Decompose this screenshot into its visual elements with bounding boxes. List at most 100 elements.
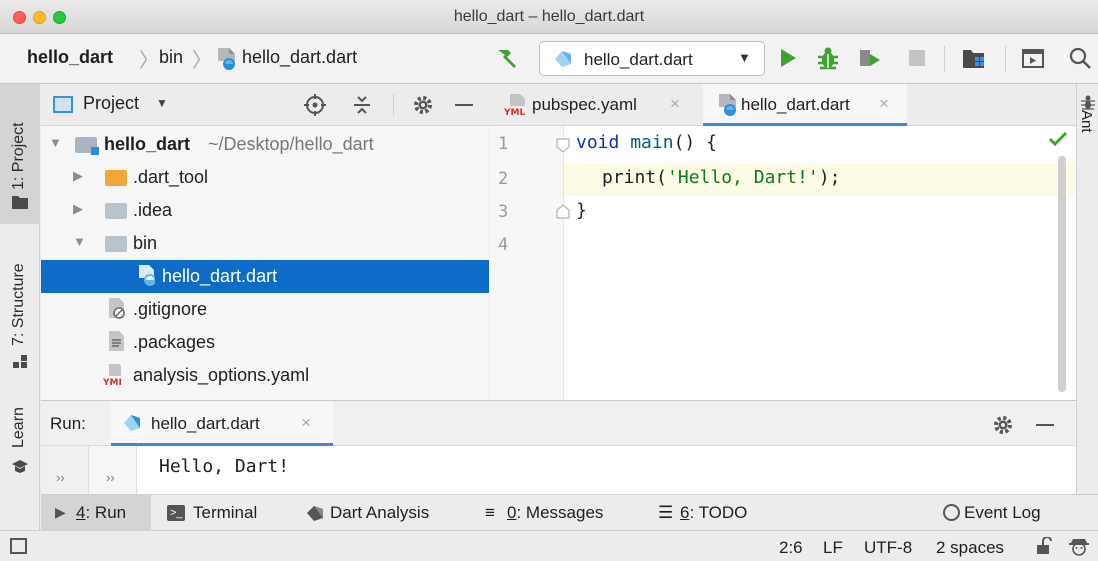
chevron-right-icon[interactable]: ▶ <box>73 168 83 184</box>
gear-icon[interactable] <box>992 414 1014 436</box>
folder-icon <box>105 170 127 186</box>
tree-root-path: ~/Desktop/hello_dart <box>208 134 374 154</box>
dart-file-icon <box>719 94 736 116</box>
title-bar: hello_dart – hello_dart.dart <box>0 0 1098 34</box>
tool-tab-dart-analysis[interactable]: Dart Analysis <box>303 495 463 531</box>
tool-window-button-learn[interactable]: Learn <box>0 396 40 486</box>
yaml-file-icon: YML <box>103 364 121 386</box>
run-console[interactable]: ›› ›› Hello, Dart! <box>41 446 1076 494</box>
breadcrumb-folder[interactable]: bin <box>159 47 183 68</box>
tool-window-button-ant[interactable]: Ant <box>1077 84 1098 154</box>
caret-position[interactable]: 2:6 <box>779 538 803 558</box>
tool-tab-label: 6: TODO <box>680 503 748 522</box>
hide-panel-icon[interactable] <box>1036 424 1054 426</box>
tree-item-label: bin <box>133 233 158 253</box>
toolbar-separator <box>944 46 945 72</box>
collapse-all-icon[interactable] <box>351 94 373 116</box>
close-icon[interactable]: × <box>301 413 311 433</box>
file-encoding[interactable]: UTF-8 <box>864 538 912 558</box>
text-file-icon <box>109 331 124 351</box>
project-view-dropdown[interactable]: Project <box>83 93 139 114</box>
ant-tool-label: Ant <box>1078 110 1095 133</box>
tool-tab-todo[interactable]: ☰ 6: TODO <box>656 495 766 531</box>
line-separator[interactable]: LF <box>823 538 843 558</box>
tree-item-label: .dart_tool <box>133 167 209 187</box>
expand-toolbar-icon[interactable]: ›› <box>106 470 115 485</box>
unlocked-lock-icon[interactable] <box>1034 537 1052 555</box>
ignored-file-icon <box>109 298 125 319</box>
breadcrumb-project[interactable]: hello_dart <box>27 47 113 68</box>
presentation-mode-icon[interactable] <box>1021 48 1045 70</box>
tree-root-name: hello_dart <box>104 134 191 154</box>
dart-file-icon <box>218 48 235 70</box>
graduation-cap-icon <box>12 460 28 473</box>
tree-item-label: .gitignore <box>133 299 208 319</box>
indent-setting[interactable]: 2 spaces <box>936 538 1004 558</box>
yaml-file-icon: YML <box>504 94 525 116</box>
toolbar-separator <box>1005 46 1006 72</box>
chevron-down-icon[interactable]: ▼ <box>49 135 62 150</box>
locate-crosshair-icon[interactable] <box>304 94 326 116</box>
chevron-right-icon[interactable]: ▶ <box>73 201 83 217</box>
checkmark-icon[interactable] <box>1048 130 1068 148</box>
tab-pubspec-yaml[interactable]: YML pubspec.yaml × <box>490 84 703 126</box>
tool-window-button-structure[interactable]: 7: Structure <box>0 236 40 376</box>
fold-marker-icon[interactable] <box>556 138 570 154</box>
run-icon[interactable] <box>777 47 799 69</box>
tool-window-bar: ▶ 4: Run >_ Terminal Dart Analysis ≡ 0: … <box>41 494 1098 531</box>
project-tool-label: 1: Project <box>10 122 27 190</box>
run-panel-header: Run: hello_dart.dart × <box>41 400 1076 446</box>
chevron-down-icon[interactable]: ▼ <box>73 234 86 249</box>
close-icon[interactable]: × <box>670 94 680 114</box>
tool-window-button-project[interactable]: 1: Project <box>0 84 40 224</box>
run-tab-label: hello_dart.dart <box>151 414 260 433</box>
tree-row-gitignore[interactable]: .gitignore <box>41 293 489 326</box>
search-icon[interactable] <box>1068 46 1092 70</box>
expand-toolbar-icon[interactable]: ›› <box>56 470 65 485</box>
run-with-coverage-icon[interactable] <box>857 46 883 70</box>
inspector-face-icon[interactable] <box>1068 535 1090 557</box>
gear-icon[interactable] <box>412 94 434 116</box>
breadcrumb-file[interactable]: hello_dart.dart <box>242 47 357 68</box>
right-tool-strip: Ant <box>1076 84 1098 530</box>
tool-tab-run[interactable]: ▶ 4: Run <box>41 495 151 531</box>
toggle-tool-windows-icon[interactable] <box>10 538 27 554</box>
tree-row-packages[interactable]: .packages <box>41 326 489 359</box>
run-tab-hello-dart[interactable]: hello_dart.dart × <box>111 401 333 446</box>
hide-panel-icon[interactable] <box>455 104 473 106</box>
learn-tool-label: Learn <box>10 407 27 448</box>
tree-row-analysis-options[interactable]: YML analysis_options.yaml <box>41 359 489 392</box>
dart-analysis-icon <box>307 506 323 521</box>
debug-bug-icon[interactable] <box>815 45 841 71</box>
project-panel-header: Project ▼ <box>41 84 489 126</box>
chevron-down-icon[interactable]: ▼ <box>156 96 168 110</box>
tree-item-label: .idea <box>133 200 173 220</box>
structure-tool-label: 7: Structure <box>10 263 27 346</box>
tree-row-root[interactable]: ▼ hello_dart ~/Desktop/hello_dart <box>41 128 489 161</box>
tree-row-idea[interactable]: ▶ .idea <box>41 194 489 227</box>
stop-icon[interactable] <box>909 50 925 66</box>
structure-icon <box>13 355 27 368</box>
tab-hello-dart-dart[interactable]: hello_dart.dart × <box>703 84 907 126</box>
project-structure-icon[interactable] <box>962 48 988 70</box>
close-icon[interactable]: × <box>879 94 889 114</box>
tree-row-hello-dart-file[interactable]: hello_dart.dart <box>41 260 489 293</box>
tree-item-label: hello_dart.dart <box>162 266 278 286</box>
folder-icon <box>12 196 28 209</box>
line-number: 1 <box>498 134 509 154</box>
tree-row-bin[interactable]: ▼ bin <box>41 227 489 260</box>
tool-tab-terminal[interactable]: >_ Terminal <box>163 495 283 531</box>
run-configuration-dropdown[interactable]: hello_dart.dart ▼ <box>539 41 765 76</box>
svg-text:YML: YML <box>504 108 525 116</box>
tool-tab-messages[interactable]: ≡ 0: Messages <box>483 495 633 531</box>
vertical-scrollbar[interactable] <box>1058 156 1066 392</box>
event-log-bubble-icon <box>943 504 960 521</box>
line-number: 3 <box>498 202 509 222</box>
build-hammer-icon[interactable] <box>494 46 520 70</box>
fold-marker-icon[interactable] <box>556 203 570 219</box>
breadcrumb-separator-icon: 〉 <box>139 50 159 72</box>
code-editor[interactable]: 1 2 3 4 void main() { print('Hello, Dart… <box>490 126 1076 400</box>
tree-row-dart-tool[interactable]: ▶ .dart_tool <box>41 161 489 194</box>
tool-tab-event-log[interactable]: Event Log <box>941 495 1071 531</box>
run-toolbar-right: ›› <box>89 446 137 494</box>
